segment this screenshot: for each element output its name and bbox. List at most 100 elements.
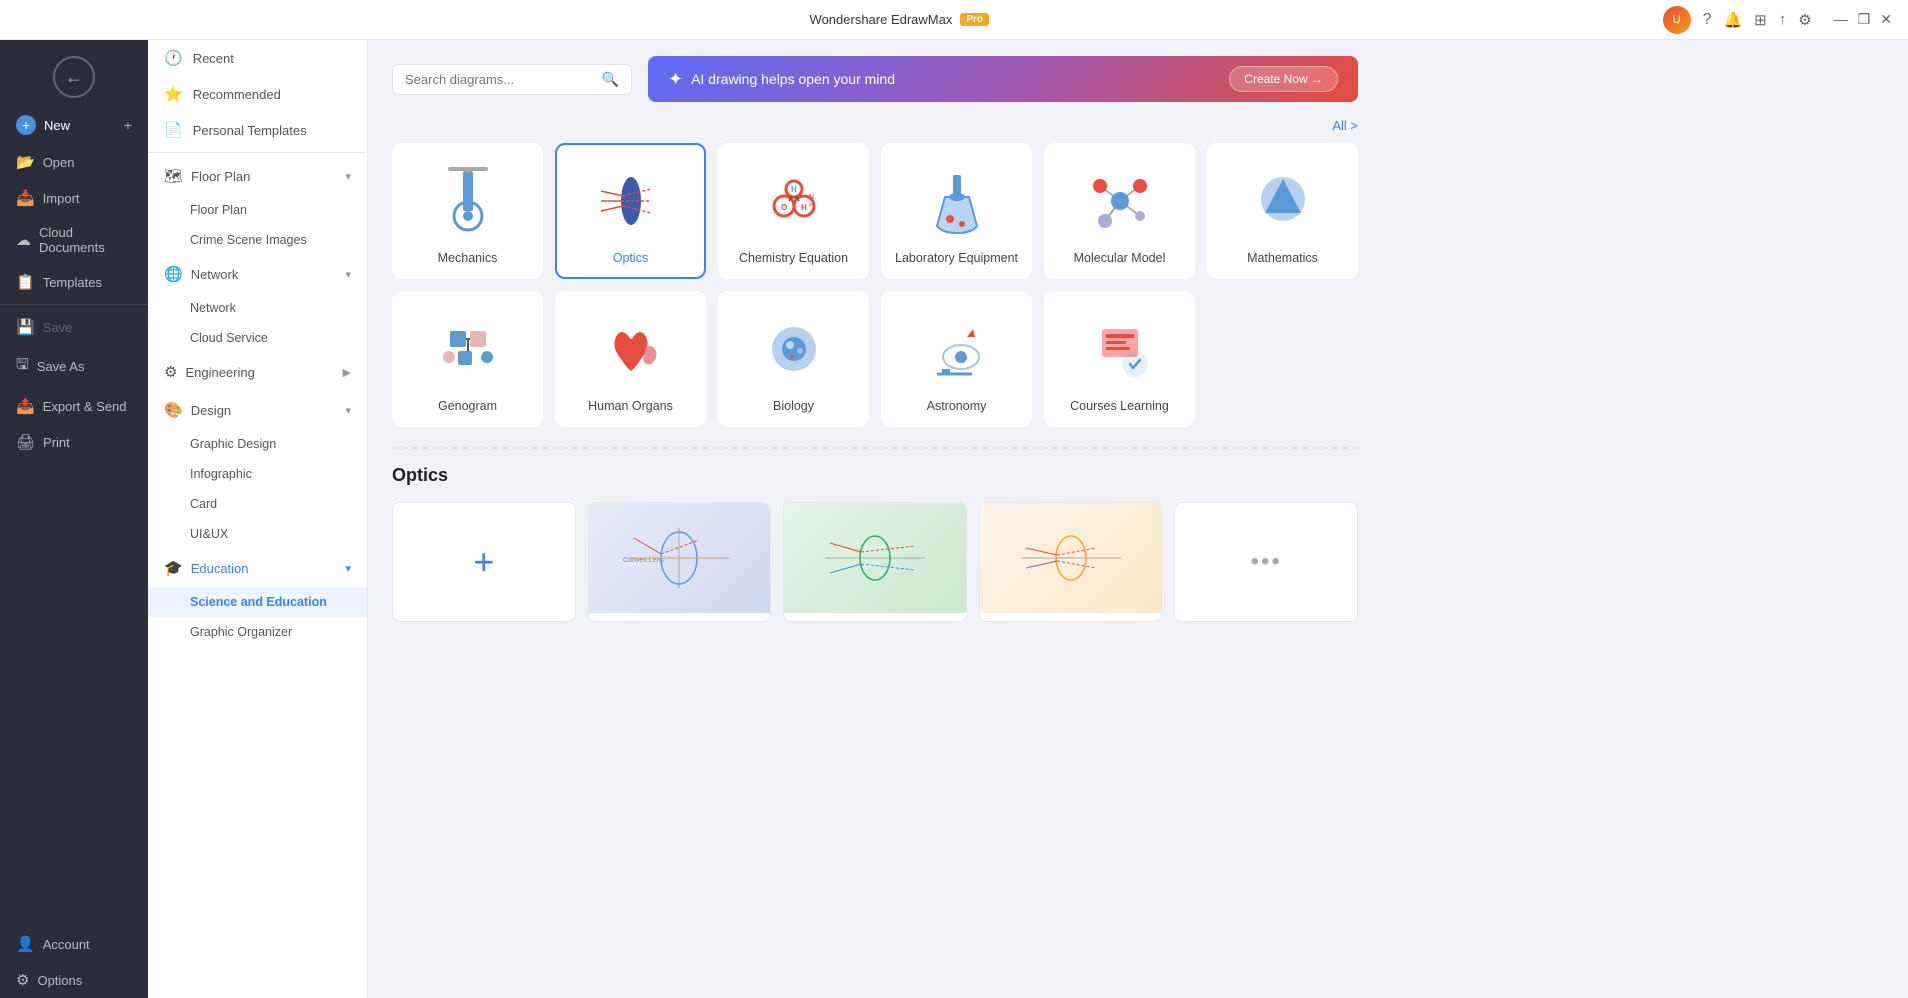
optics-label: Optics xyxy=(613,251,648,265)
all-link[interactable]: All > xyxy=(392,118,1358,133)
create-now-button[interactable]: Create Now → xyxy=(1229,66,1338,92)
section-network[interactable]: 🌐 Network ▾ xyxy=(148,255,367,293)
account-icon: 👤 xyxy=(16,935,35,953)
template-card-lab[interactable]: Laboratory Equipment xyxy=(881,143,1032,279)
apps-icon[interactable]: ⊞ xyxy=(1754,11,1767,29)
minimize-button[interactable]: — xyxy=(1834,11,1848,28)
genogram-icon xyxy=(428,309,508,389)
search-box[interactable]: 🔍 xyxy=(392,64,632,95)
cloud-label: Cloud Documents xyxy=(39,225,132,255)
education-label: Education xyxy=(191,561,346,576)
back-button[interactable]: ← xyxy=(53,56,95,98)
education-chevron: ▾ xyxy=(345,562,351,575)
template-card-organs[interactable]: Human Organs xyxy=(555,291,706,427)
section-design[interactable]: 🎨 Design ▾ xyxy=(148,391,367,429)
preview-grid: + Convex Lens xyxy=(392,502,1358,622)
sidebar-item-save[interactable]: 💾 Save xyxy=(0,309,148,345)
template-card-optics[interactable]: Optics xyxy=(555,143,706,279)
sub-item-science-education[interactable]: Science and Education xyxy=(148,587,367,617)
sidebar-item-open[interactable]: 📂 Open xyxy=(0,144,148,180)
save-label: Save xyxy=(43,320,73,335)
section-engineering[interactable]: ⚙ Engineering ▶ xyxy=(148,353,367,391)
template-card-courses[interactable]: Courses Learning xyxy=(1044,291,1195,427)
sidebar-item-export[interactable]: 📤 Export & Send xyxy=(0,388,148,424)
recent-icon: 🕐 xyxy=(164,49,183,67)
sub-item-network[interactable]: Network xyxy=(148,293,367,323)
close-button[interactable]: ✕ xyxy=(1880,11,1892,28)
template-card-biology[interactable]: Biology xyxy=(718,291,869,427)
settings-icon[interactable]: ⚙ xyxy=(1798,11,1811,29)
titlebar-right-icons: U ? 🔔 ⊞ ↑ ⚙ xyxy=(1663,6,1812,34)
sidebar-item-account[interactable]: 👤 Account xyxy=(0,926,148,962)
floor-plan-label: Floor Plan xyxy=(191,169,345,184)
sidebar-item-templates[interactable]: 📋 Templates xyxy=(0,264,148,300)
notification-icon[interactable]: 🔔 xyxy=(1723,11,1742,29)
ai-banner: ✦ AI drawing helps open your mind Create… xyxy=(648,56,1358,102)
engineering-icon: ⚙ xyxy=(164,363,177,381)
sub-item-ui-ux[interactable]: UI&UX xyxy=(148,519,367,549)
mathematics-label: Mathematics xyxy=(1247,251,1318,265)
help-icon[interactable]: ? xyxy=(1703,11,1712,29)
save-as-icon: 🖫 xyxy=(16,354,29,379)
template-card-molecular[interactable]: Molecular Model xyxy=(1044,143,1195,279)
share-icon[interactable]: ↑ xyxy=(1779,11,1787,28)
sidebar-link-recent[interactable]: 🕐 Recent xyxy=(148,40,367,76)
svg-text:H: H xyxy=(809,202,814,209)
design-label: Design xyxy=(191,403,346,418)
template-card-astronomy[interactable]: Astronomy xyxy=(881,291,1032,427)
sub-item-crime-scene[interactable]: Crime Scene Images xyxy=(148,225,367,255)
floor-plan-icon: 🗺 xyxy=(164,167,183,185)
sidebar-item-save-as[interactable]: 🖫 Save As xyxy=(0,345,148,388)
lab-label: Laboratory Equipment xyxy=(895,251,1018,265)
sidebar-narrow: ← + New + 📂 Open 📥 Import ☁ Cloud Docume… xyxy=(0,40,148,998)
options-icon: ⚙ xyxy=(16,971,29,989)
template-card-mathematics[interactable]: Mathematics xyxy=(1207,143,1358,279)
chemistry-label: Chemistry Equation xyxy=(739,251,848,265)
sidebar-item-new[interactable]: + New + xyxy=(0,106,148,144)
template-card-mechanics[interactable]: Mechanics xyxy=(392,143,543,279)
organs-label: Human Organs xyxy=(588,399,673,413)
more-dots-icon[interactable]: ••• xyxy=(1251,548,1282,576)
preview-card-3[interactable] xyxy=(979,502,1163,622)
sub-item-infographic[interactable]: Infographic xyxy=(148,459,367,489)
courses-label: Courses Learning xyxy=(1070,399,1169,413)
sidebar-item-cloud[interactable]: ☁ Cloud Documents xyxy=(0,216,148,264)
sub-item-graphic-organizer[interactable]: Graphic Organizer xyxy=(148,617,367,647)
template-card-genogram[interactable]: Genogram xyxy=(392,291,543,427)
mechanics-icon xyxy=(428,161,508,241)
chemistry-icon: O H H N H xyxy=(754,161,834,241)
search-input[interactable] xyxy=(405,72,594,87)
section-floor-plan[interactable]: 🗺 Floor Plan ▾ xyxy=(148,157,367,195)
sparkle-icon: ✦ xyxy=(668,69,683,90)
sidebar-item-options[interactable]: ⚙ Options xyxy=(0,962,148,998)
svg-text:O: O xyxy=(781,203,787,212)
preview-card-1[interactable]: Convex Lens xyxy=(588,502,772,622)
sidebar-item-import[interactable]: 📥 Import xyxy=(0,180,148,216)
section-education[interactable]: 🎓 Education ▾ xyxy=(148,549,367,587)
more-card[interactable]: ••• xyxy=(1174,502,1358,622)
sub-item-cloud-service[interactable]: Cloud Service xyxy=(148,323,367,353)
new-plus-icon: + xyxy=(124,117,132,133)
sub-item-floor-plan[interactable]: Floor Plan xyxy=(148,195,367,225)
sidebar-link-recommended[interactable]: ⭐ Recommended xyxy=(148,76,367,112)
network-chevron: ▾ xyxy=(345,268,351,281)
sub-item-graphic-design[interactable]: Graphic Design xyxy=(148,429,367,459)
preview-card-2[interactable] xyxy=(783,502,967,622)
add-new-card[interactable]: + xyxy=(392,502,576,622)
astronomy-label: Astronomy xyxy=(927,399,987,413)
app-title: Wondershare EdrawMax Pro xyxy=(810,12,990,27)
save-icon: 💾 xyxy=(16,318,35,336)
new-icon: + xyxy=(16,115,36,135)
sub-item-card[interactable]: Card xyxy=(148,489,367,519)
template-card-chemistry[interactable]: O H H N H Chemistry Equation xyxy=(718,143,869,279)
sidebar-item-print[interactable]: 🖨 Print xyxy=(0,424,148,460)
design-chevron: ▾ xyxy=(345,404,351,417)
save-as-label: Save As xyxy=(37,359,85,374)
recent-label: Recent xyxy=(193,51,234,66)
section-title: Optics xyxy=(392,465,1358,486)
maximize-button[interactable]: ❐ xyxy=(1858,11,1871,28)
sidebar-link-personal-templates[interactable]: 📄 Personal Templates xyxy=(148,112,367,148)
recommended-icon: ⭐ xyxy=(164,85,183,103)
mechanics-label: Mechanics xyxy=(438,251,498,265)
courses-icon xyxy=(1080,309,1160,389)
